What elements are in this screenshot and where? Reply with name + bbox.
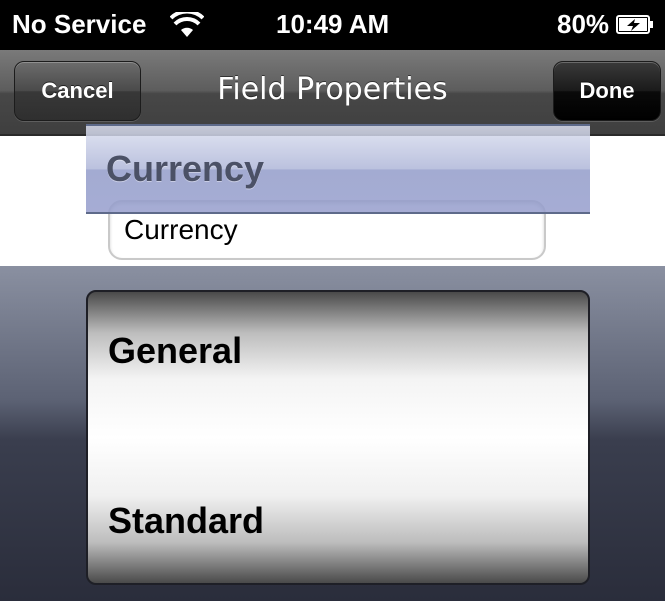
battery-percent: 80% <box>557 9 610 39</box>
wifi-icon <box>170 12 204 37</box>
clock-time: 10:49 AM <box>276 9 390 39</box>
screen: No Service 10:49 AM 80% Cancel Field Pro… <box>0 0 665 601</box>
picker-selected-option[interactable]: Currency <box>86 124 590 214</box>
picker-option-standard[interactable]: Standard <box>88 478 588 564</box>
done-button[interactable]: Done <box>553 61 661 121</box>
status-bar: No Service 10:49 AM 80% <box>0 0 665 50</box>
picker-wheel[interactable]: General Standard <box>86 290 590 585</box>
battery-charging-icon <box>616 15 653 34</box>
carrier-label: No Service <box>12 9 147 39</box>
format-picker[interactable]: General Standard <box>0 266 665 601</box>
picker-option-general[interactable]: General <box>88 308 588 394</box>
